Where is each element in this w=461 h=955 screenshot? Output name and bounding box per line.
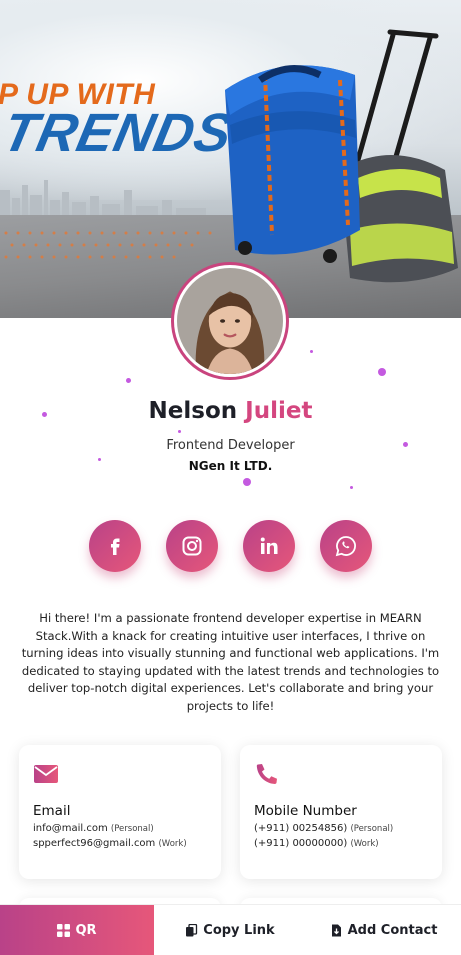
whatsapp-icon	[335, 536, 356, 557]
social-links	[0, 520, 461, 574]
phone-icon	[256, 764, 277, 784]
copy-icon	[186, 924, 198, 937]
qr-button-label: QR	[75, 923, 97, 938]
add-contact-label: Add Contact	[347, 923, 438, 938]
profile-company: NGen It LTD.	[188, 459, 273, 473]
first-name: Nelson	[148, 398, 238, 424]
profile-bio: Hi there! I'm a passionate frontend deve…	[21, 611, 440, 713]
linkedin-button[interactable]	[243, 520, 295, 572]
profile-role: Frontend Developer	[166, 438, 295, 453]
mail-icon	[34, 765, 58, 783]
copy-link-label: Copy Link	[203, 923, 275, 938]
phone-card[interactable]: Mobile Number (+911) 00254856) (Personal…	[240, 745, 442, 879]
facebook-button[interactable]	[89, 520, 141, 572]
confetti-dot	[126, 378, 131, 383]
profile-avatar	[171, 262, 289, 380]
whatsapp-button[interactable]	[320, 520, 372, 572]
email-personal-value: info@mail.com	[33, 823, 108, 834]
phone-work-value: (+911) 00000000)	[254, 838, 348, 849]
email-work-tag: (Work)	[158, 839, 187, 849]
phone-personal[interactable]: (+911) 00254856) (Personal)	[254, 823, 428, 834]
confetti-dot	[310, 350, 313, 353]
phone-work-tag: (Work)	[350, 839, 379, 849]
instagram-icon	[182, 536, 202, 556]
confetti-dot	[378, 368, 386, 376]
copy-link-button[interactable]: Copy Link	[154, 905, 306, 955]
file-download-icon	[331, 924, 341, 937]
phone-work[interactable]: (+911) 00000000) (Work)	[254, 838, 428, 849]
phone-card-title: Mobile Number	[254, 803, 357, 819]
facebook-icon	[111, 538, 120, 555]
qr-grid-icon	[57, 924, 71, 937]
avatar-photo	[177, 268, 283, 374]
confetti-dot	[350, 486, 353, 489]
email-card[interactable]: Email info@mail.com (Personal) spperfect…	[19, 745, 221, 879]
add-contact-button[interactable]: Add Contact	[306, 905, 461, 955]
last-name: Juliet	[245, 398, 313, 424]
bottom-action-bar: QR Copy Link Add Contact	[0, 904, 461, 955]
linkedin-icon	[260, 537, 278, 554]
email-work-value: spperfect96@gmail.com	[33, 838, 156, 849]
email-card-title: Email	[33, 803, 71, 819]
email-personal[interactable]: info@mail.com (Personal)	[33, 823, 207, 834]
email-personal-tag: (Personal)	[110, 824, 154, 834]
instagram-button[interactable]	[166, 520, 218, 572]
profile-name: Nelson Juliet	[0, 398, 461, 424]
phone-personal-tag: (Personal)	[350, 824, 394, 834]
qr-button[interactable]: QR	[0, 905, 154, 955]
confetti-dot	[178, 430, 181, 433]
confetti-dot	[243, 478, 251, 486]
phone-personal-value: (+911) 00254856)	[254, 823, 348, 834]
email-work[interactable]: spperfect96@gmail.com (Work)	[33, 838, 207, 849]
